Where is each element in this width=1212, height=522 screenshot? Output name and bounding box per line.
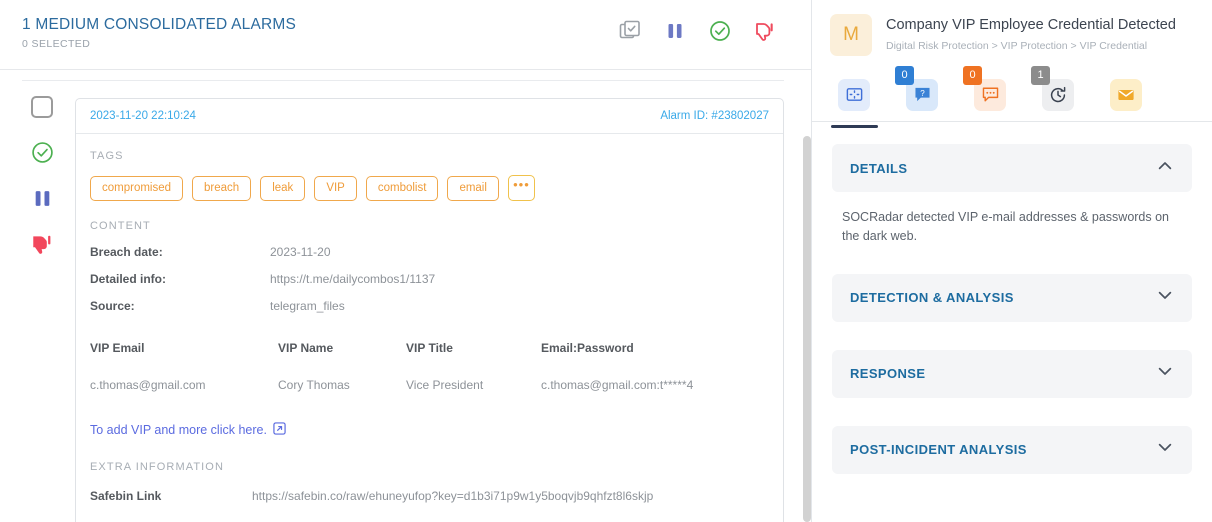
column-header-vip-name: VIP Name [278, 341, 334, 355]
pause-icon[interactable] [662, 18, 688, 44]
add-vip-link-label: To add VIP and more click here. [90, 423, 267, 437]
external-link-icon [273, 422, 286, 438]
detail-sections: DETAILS SOCRadar detected VIP e-mail add… [812, 122, 1212, 474]
pause-icon[interactable] [30, 186, 54, 210]
field-value: 2023-11-20 [270, 245, 331, 259]
content-field: Detailed info: https://t.me/dailycombos1… [90, 272, 783, 286]
tag-chip[interactable]: compromised [90, 175, 184, 201]
detail-tab-bar: ? 0 0 1 [812, 65, 1212, 128]
page-title: 1 MEDIUM CONSOLIDATED ALARMS [22, 16, 297, 33]
questions-badge: 0 [895, 65, 914, 85]
chevron-down-icon [1156, 286, 1174, 309]
tags-section-label: TAGS [90, 150, 124, 162]
section-details: DETAILS SOCRadar detected VIP e-mail add… [832, 144, 1192, 246]
resolve-icon[interactable] [707, 18, 733, 44]
more-tags-button[interactable]: ••• [507, 175, 535, 201]
field-key: Breach date: [90, 245, 163, 259]
vip-credentials-table: VIP Email VIP Name VIP Title Email:Passw… [90, 341, 750, 392]
cell-vip-name: Cory Thomas [278, 378, 350, 392]
alarms-header: 1 MEDIUM CONSOLIDATED ALARMS 0 SELECTED [0, 0, 811, 70]
history-badge: 1 [1031, 65, 1050, 85]
field-key: Detailed info: [90, 272, 167, 286]
expand-icon [838, 78, 870, 111]
scrollbar-thumb[interactable] [803, 136, 811, 522]
alarm-detail-screen: 1 MEDIUM CONSOLIDATED ALARMS 0 SELECTED [0, 0, 1212, 522]
field-key: Safebin Link [90, 489, 162, 503]
chevron-down-icon [1156, 362, 1174, 385]
alarm-timestamp: 2023-11-20 22:10:24 [90, 110, 196, 122]
tag-chip[interactable]: breach [192, 175, 252, 201]
alarm-card-header: 2023-11-20 22:10:24 Alarm ID: #23802027 [76, 99, 783, 134]
extra-information-section: EXTRA INFORMATION Safebin Link https://s… [76, 439, 783, 503]
header-action-bar [617, 18, 778, 44]
svg-text:?: ? [920, 89, 925, 98]
selected-count: 0 SELECTED [22, 38, 91, 50]
tab-details[interactable] [831, 78, 878, 128]
chevron-down-icon [1156, 438, 1174, 461]
resolve-icon[interactable] [30, 140, 54, 164]
field-value[interactable]: https://safebin.co/raw/ehuneyufop?key=d1… [252, 489, 653, 503]
column-header-vip-email: VIP Email [90, 341, 145, 355]
section-response-header[interactable]: RESPONSE [832, 349, 1192, 398]
cell-vip-email: c.thomas@gmail.com [90, 378, 206, 392]
bulk-select-icon[interactable] [617, 18, 643, 44]
detail-title: Company VIP Employee Credential Detected [886, 17, 1176, 33]
column-header-email-password: Email:Password [541, 341, 634, 355]
field-key: Source: [90, 299, 135, 313]
detail-header: M Company VIP Employee Credential Detect… [812, 0, 1212, 68]
tag-chip[interactable]: VIP [314, 175, 357, 201]
header-divider [22, 80, 784, 81]
table-row: c.thomas@gmail.com Cory Thomas Vice Pres… [90, 378, 750, 392]
tag-chip[interactable]: combolist [365, 175, 439, 201]
active-tab-indicator [831, 124, 878, 128]
row-checkbox[interactable] [31, 96, 53, 118]
content-section: CONTENT Breach date: 2023-11-20 Detailed… [76, 201, 783, 313]
comments-badge: 0 [963, 65, 982, 85]
section-details-body: SOCRadar detected VIP e-mail addresses &… [842, 210, 1170, 243]
extra-information-label: EXTRA INFORMATION [90, 461, 225, 473]
chevron-up-icon [1156, 157, 1174, 180]
section-title: RESPONSE [850, 366, 926, 381]
tab-history[interactable]: 1 [1031, 65, 1074, 111]
alarm-detail-pane: M Company VIP Employee Credential Detect… [812, 0, 1212, 522]
tab-comments[interactable]: 0 [963, 65, 1006, 111]
section-details-header[interactable]: DETAILS [832, 144, 1192, 192]
section-title: POST-INCIDENT ANALYSIS [850, 442, 1027, 457]
field-value[interactable]: https://t.me/dailycombos1/1137 [270, 272, 435, 286]
section-title: DETECTION & ANALYSIS [850, 290, 1014, 305]
tab-questions[interactable]: ? 0 [895, 65, 938, 111]
alarms-list-pane: 1 MEDIUM CONSOLIDATED ALARMS 0 SELECTED [0, 0, 812, 522]
add-vip-link[interactable]: To add VIP and more click here. [90, 422, 286, 438]
false-positive-icon[interactable] [30, 232, 54, 256]
avatar: M [830, 14, 872, 56]
row-action-rail [30, 96, 54, 256]
field-value: telegram_files [270, 299, 345, 313]
false-positive-icon[interactable] [752, 18, 778, 44]
section-detection-analysis-header[interactable]: DETECTION & ANALYSIS [832, 273, 1192, 322]
cell-email-password: c.thomas@gmail.com:t*****4 [541, 378, 694, 392]
envelope-icon [1110, 78, 1142, 111]
alarm-id: Alarm ID: #23802027 [660, 110, 769, 122]
tag-list: compromised breach leak VIP combolist em… [90, 175, 783, 201]
content-section-label: CONTENT [90, 220, 151, 232]
table-header-row: VIP Email VIP Name VIP Title Email:Passw… [90, 341, 750, 355]
column-header-vip-title: VIP Title [406, 341, 453, 355]
tag-chip[interactable]: leak [260, 175, 306, 201]
breadcrumb: Digital Risk Protection > VIP Protection… [886, 40, 1148, 52]
cell-vip-title: Vice President [406, 378, 484, 392]
tags-section: TAGS compromised breach leak VIP comboli… [76, 134, 783, 201]
content-field: Breach date: 2023-11-20 [90, 245, 783, 259]
section-title: DETAILS [850, 160, 908, 176]
tab-mail[interactable] [1110, 78, 1142, 111]
alarm-card[interactable]: 2023-11-20 22:10:24 Alarm ID: #23802027 … [75, 98, 784, 522]
extra-field: Safebin Link https://safebin.co/raw/ehun… [90, 489, 783, 503]
tag-chip[interactable]: email [447, 175, 499, 201]
content-field: Source: telegram_files [90, 299, 783, 313]
section-post-incident-analysis-header[interactable]: POST-INCIDENT ANALYSIS [832, 425, 1192, 474]
detail-header-text: Company VIP Employee Credential Detected… [886, 14, 1176, 68]
